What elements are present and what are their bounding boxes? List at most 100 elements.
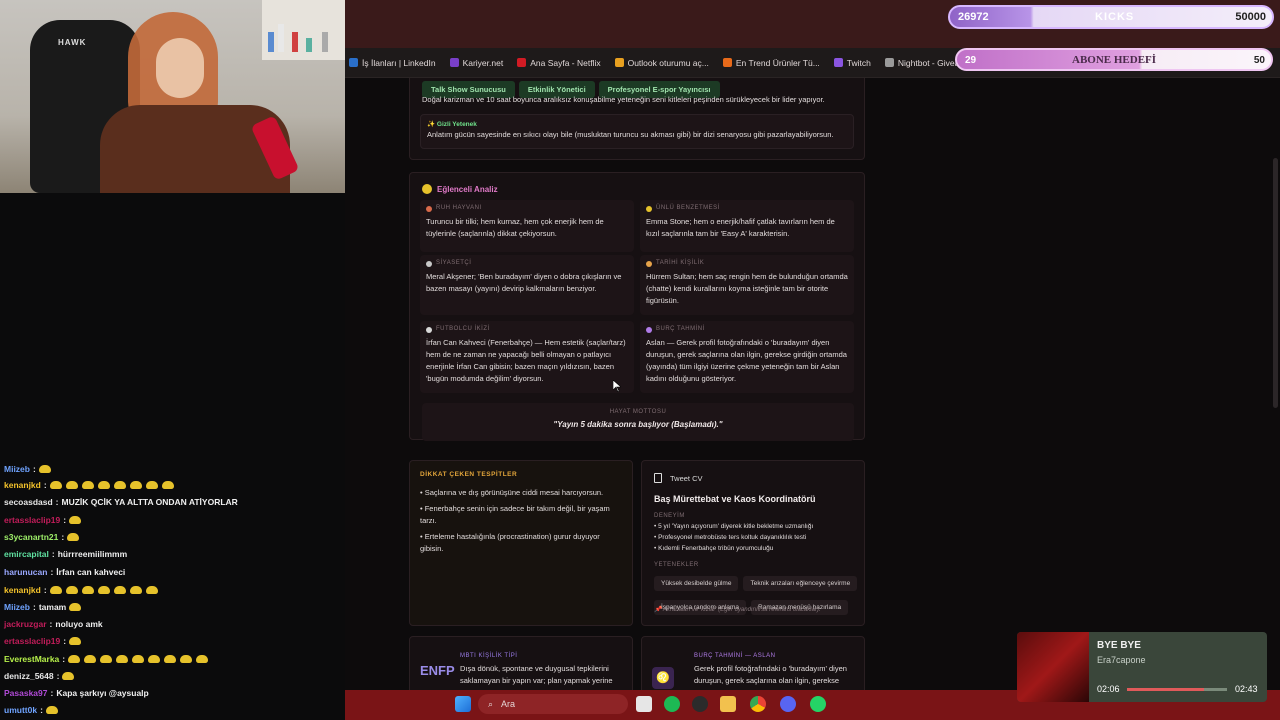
emote-icon xyxy=(68,655,81,663)
abone-label: ABONE HEDEFİ xyxy=(1072,54,1157,66)
bookmark-label: En Trend Ürünler Tü... xyxy=(735,57,820,68)
chat-username[interactable]: secoasdasd xyxy=(4,497,53,507)
spotify-icon[interactable] xyxy=(664,696,680,712)
motto-box: HAYAT MOTTOSU "Yayın 5 dakika sonra başl… xyxy=(422,403,854,441)
chat-username[interactable]: kenanjkd xyxy=(4,480,41,490)
track-artist: Era7capone xyxy=(1097,655,1146,665)
chat-text: Kapa şarkıyı @aysualp xyxy=(56,688,149,698)
kicks-label: KICKS xyxy=(1095,11,1135,23)
tweet-cv-label: Tweet CV xyxy=(670,474,703,483)
chat-username[interactable]: emircapital xyxy=(4,549,49,559)
fun-item-text: Turuncu bir tilki; hem kurnaz, hem çok e… xyxy=(426,217,604,238)
folder-icon[interactable] xyxy=(720,696,736,712)
bookmark-item[interactable]: Twitch xyxy=(833,57,871,68)
chat-message: s3ycanartn21: xyxy=(4,532,80,542)
chat-message: secoasdasd: MUZİK QCİK YA ALTTA ONDAN ATİ… xyxy=(4,497,238,507)
fun-item: TARİHİ KİŞİLİK Hürrem Sultan; hem saç ren… xyxy=(640,255,854,315)
album-art xyxy=(1017,632,1089,702)
emote-icon xyxy=(69,637,82,645)
zodiac-text: Gerek profil fotoğrafındaki o 'buradayım… xyxy=(694,664,847,685)
tweet-cv-title: Baş Mürettebat ve Kaos Koordinatörü xyxy=(654,494,816,504)
chat-username[interactable]: ertasslaclip19 xyxy=(4,515,60,525)
emote-icon xyxy=(148,655,161,663)
emote-icon xyxy=(69,516,82,524)
windows-start-icon[interactable] xyxy=(455,696,471,712)
emote-icon xyxy=(97,481,110,489)
steam-icon[interactable] xyxy=(692,696,708,712)
fun-item-text: Aslan — Gerek profil fotoğrafındaki o 'b… xyxy=(646,338,847,383)
chat-message: umutt0k: xyxy=(4,705,59,715)
bookmark-item[interactable]: Outlook oturumu aç... xyxy=(614,57,709,68)
discord-icon[interactable] xyxy=(780,696,796,712)
chat-username[interactable]: Miizeb xyxy=(4,602,30,612)
chat-username[interactable]: denizz_5648 xyxy=(4,671,54,681)
emote-icon xyxy=(180,655,193,663)
bookmark-item[interactable]: Kariyer.net xyxy=(449,57,504,68)
fun-item-label: TARİHİ KİŞİLİK xyxy=(656,260,705,266)
chat-message: jackruzgar: noluyo amk xyxy=(4,619,103,629)
fun-item: BURÇ TAHMİNİ Aslan — Gerek profil fotoğra… xyxy=(640,321,854,393)
cv-note: 📌 Akrabaları ve 'kızlar' (Eğer uyandırıl… xyxy=(654,607,821,613)
bookmark-item[interactable]: İş İlanları | LinkedIn xyxy=(349,58,436,68)
file-icon[interactable] xyxy=(636,696,652,712)
chat-separator: : xyxy=(62,654,66,664)
tweet-cv-card: Tweet CV Baş Mürettebat ve Kaos Koordina… xyxy=(641,460,865,626)
chat-message: emircapital: hürrreemiilimmm xyxy=(4,549,127,559)
track-progress[interactable] xyxy=(1127,688,1227,691)
taskbar-search[interactable]: ⌕ Ara xyxy=(478,694,628,714)
page-scrollbar[interactable] xyxy=(1273,158,1278,408)
emote-icon xyxy=(145,481,158,489)
skill-pill: Yüksek desibelde gülme xyxy=(654,576,739,591)
emote-icon xyxy=(62,672,75,680)
experience-item: • Kıdemli Fenerbahçe tribün yorumculuğu xyxy=(654,545,774,552)
whatsapp-icon[interactable] xyxy=(810,696,826,712)
fun-item-label: ÜNLÜ BENZETMESİ xyxy=(656,205,720,211)
search-label: Ara xyxy=(501,699,516,709)
chat-username[interactable]: jackruzgar xyxy=(4,619,47,629)
chrome-icon[interactable] xyxy=(750,696,766,712)
chat-message: ertasslaclip19: xyxy=(4,515,82,525)
bookmark-label: Kariyer.net xyxy=(462,57,504,68)
bookmark-label: Twitch xyxy=(846,57,871,68)
fun-item-icon xyxy=(646,327,652,333)
bookmark-label: Outlook oturumu aç... xyxy=(627,57,709,68)
chat-username[interactable]: kenanjkd xyxy=(4,585,41,595)
bookmark-favicon-icon xyxy=(833,58,843,67)
emote-icon xyxy=(84,655,97,663)
bookmark-label: İş İlanları | LinkedIn xyxy=(362,57,436,68)
fun-item-label: SİYASETÇİ xyxy=(436,260,472,266)
bookmark-item[interactable]: Ana Sayfa - Netflix xyxy=(517,57,601,68)
kicks-current: 26972 xyxy=(958,11,989,23)
abone-goal-bar: 29 ABONE HEDEFİ 50 xyxy=(955,48,1273,71)
chat-separator: : xyxy=(55,497,59,507)
chat-username[interactable]: EverestMarka xyxy=(4,654,59,664)
chat-separator: : xyxy=(61,532,65,542)
chat-username[interactable]: s3ycanartn21 xyxy=(4,532,58,542)
emote-icon xyxy=(100,655,113,663)
fun-item: RUH HAYVANI Turuncu bir tilki; hem kurnaz… xyxy=(420,200,634,252)
motto-text: "Yayın 5 dakika sonra başlıyor (Başlamad… xyxy=(553,420,723,429)
motto-label: HAYAT MOTTOSU xyxy=(609,409,667,415)
emote-icon xyxy=(113,481,126,489)
chat-panel: Miizeb: kenanjkd: secoasdasd: MUZİK QCİK YA… xyxy=(0,450,345,720)
bookmark-favicon-icon xyxy=(349,58,358,67)
chat-message: kenanjkd: xyxy=(4,480,175,490)
chat-username[interactable]: Miizeb xyxy=(4,464,30,474)
emote-icon xyxy=(97,586,110,594)
emote-icon xyxy=(67,533,80,541)
fun-item-icon xyxy=(646,206,652,212)
search-icon: ⌕ xyxy=(488,698,494,709)
bookmark-item[interactable]: En Trend Ürünler Tü... xyxy=(722,57,820,68)
streamer-face xyxy=(156,38,204,98)
chat-username[interactable]: harunucan xyxy=(4,567,47,577)
emote-icon xyxy=(196,655,209,663)
smile-icon xyxy=(422,184,432,194)
chat-username[interactable]: ertasslaclip19 xyxy=(4,636,60,646)
mouse-cursor-icon xyxy=(613,380,621,392)
findings-card: DİKKAT ÇEKEN TESPİTLER • Saçlarına ve dı… xyxy=(409,460,633,626)
chat-username[interactable]: umutt0k xyxy=(4,705,37,715)
chat-message: denizz_5648: xyxy=(4,671,75,681)
chat-text: hürrreemiilimmm xyxy=(57,549,128,559)
bookmark-label: Ana Sayfa - Netflix xyxy=(530,57,601,68)
chat-username[interactable]: Pasaska97 xyxy=(4,688,48,698)
